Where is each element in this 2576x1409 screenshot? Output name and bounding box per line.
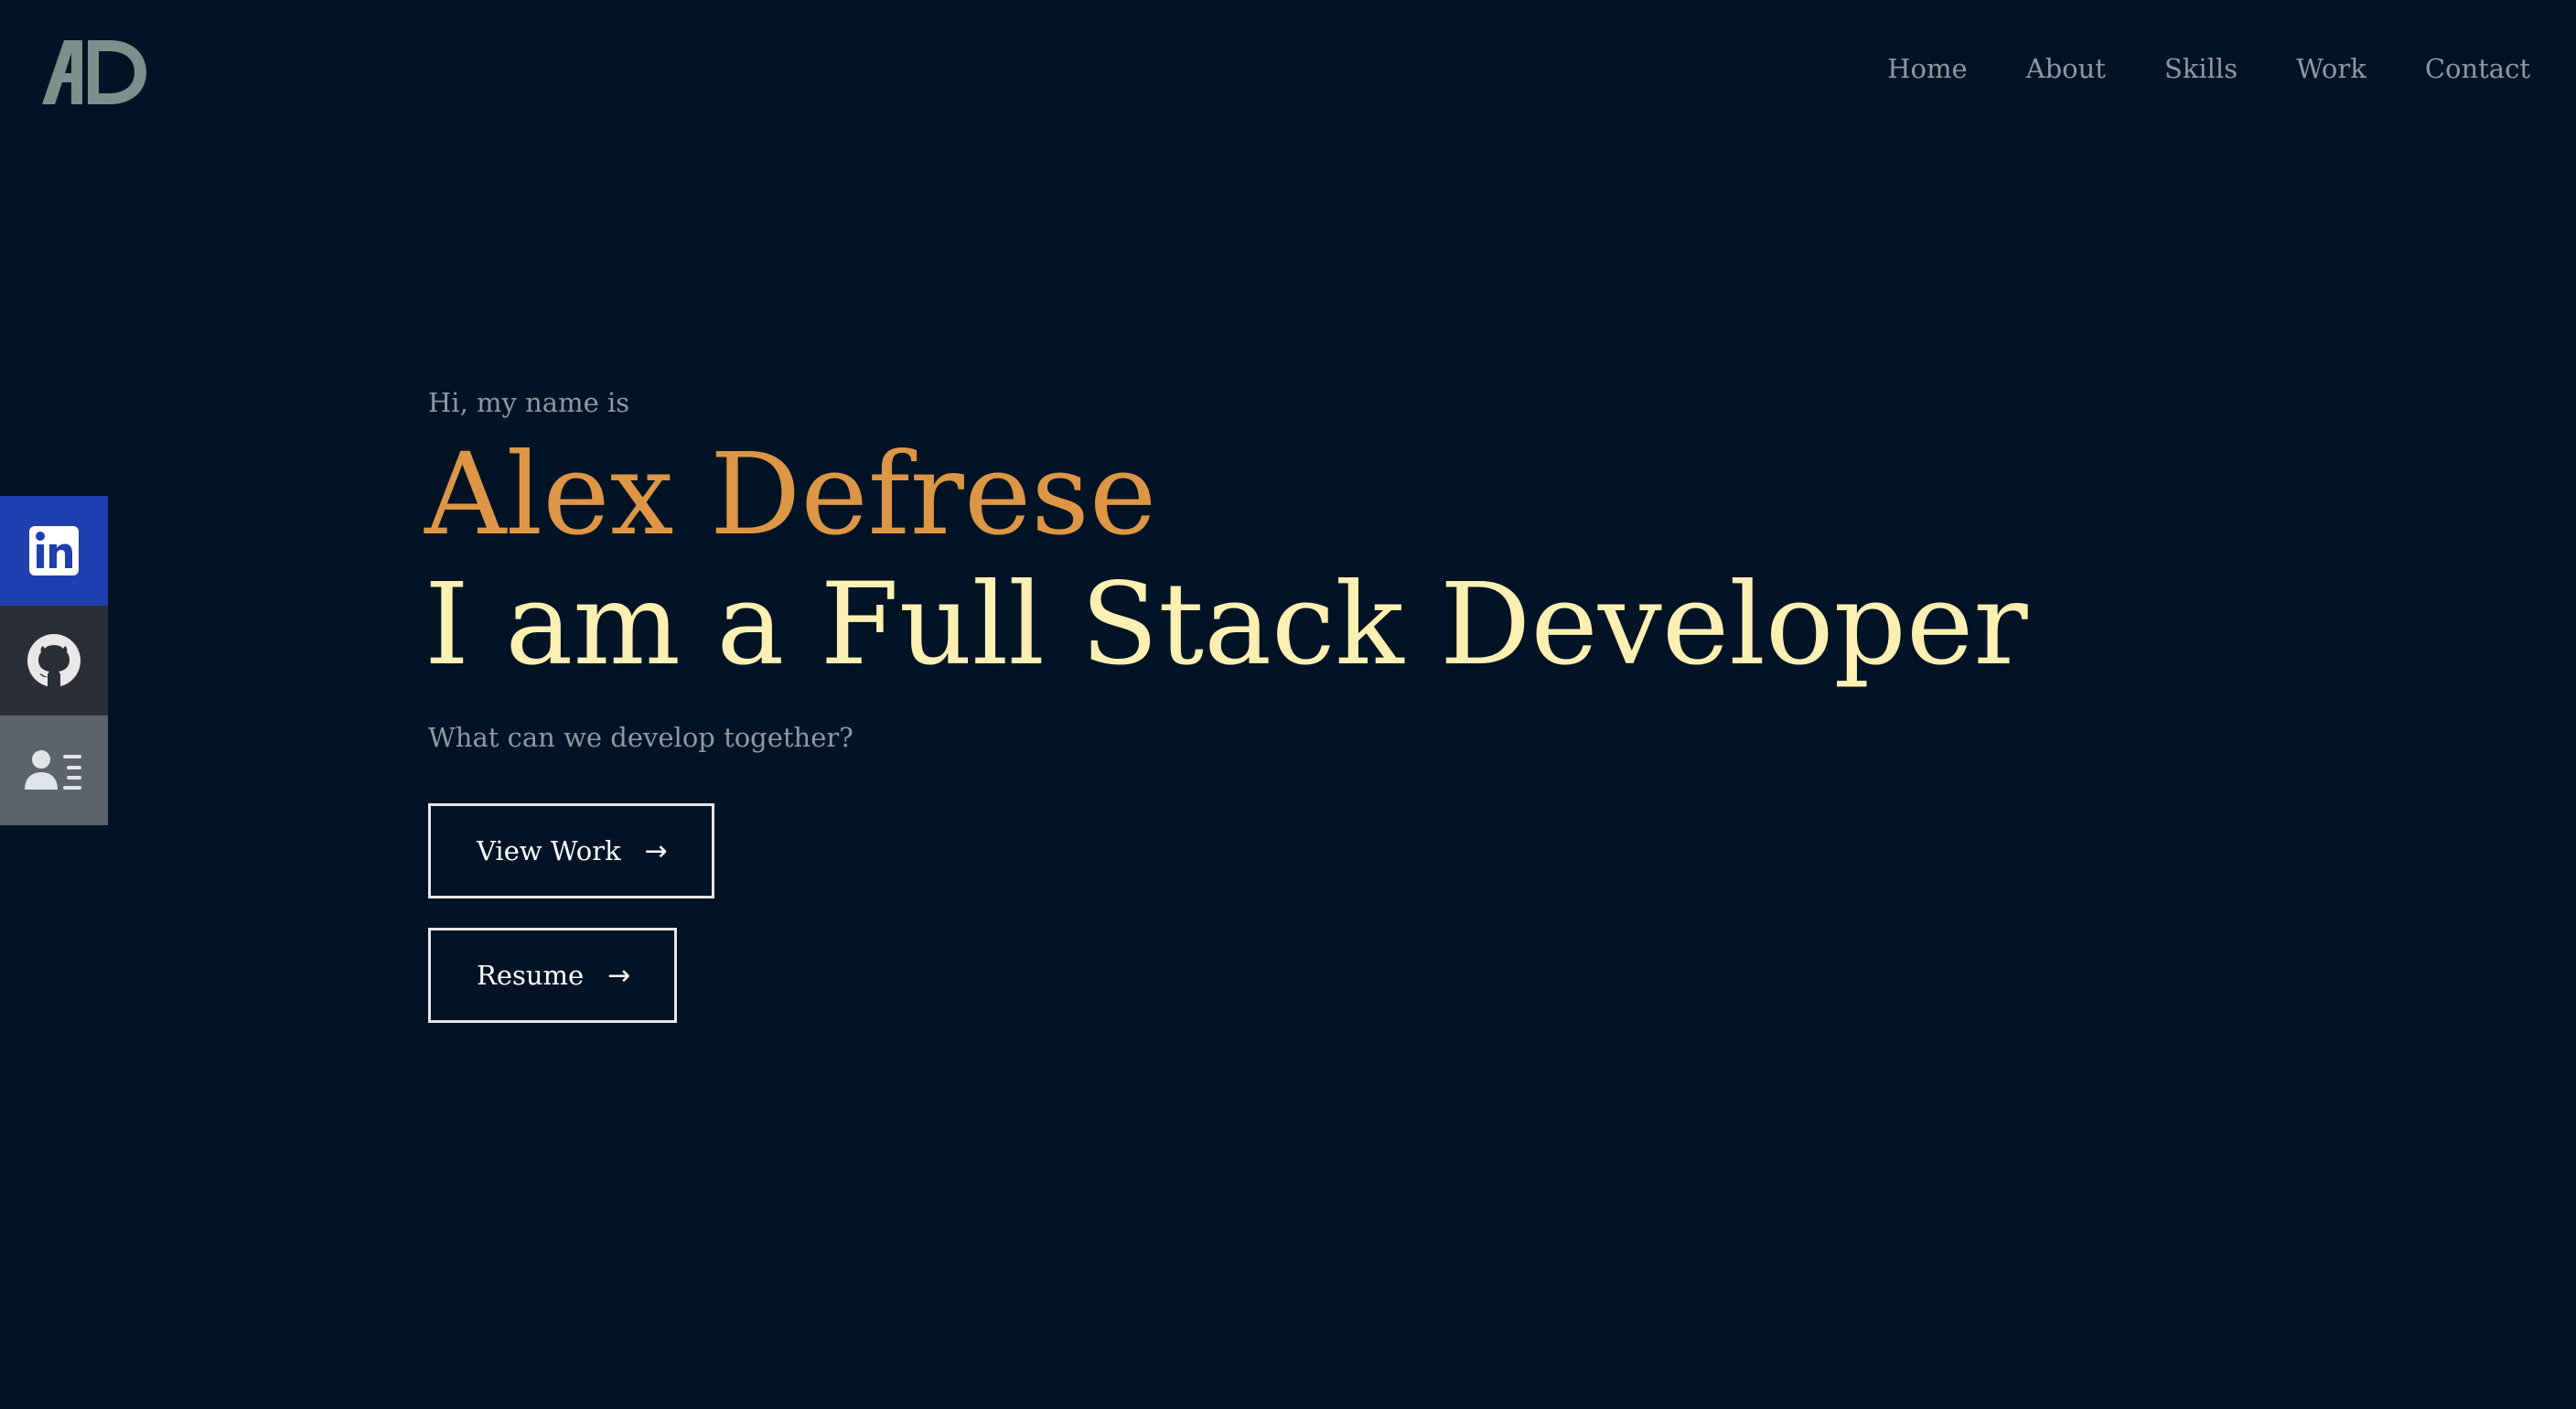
linkedin-link[interactable] xyxy=(0,496,108,606)
nav-skills[interactable]: Skills xyxy=(2164,53,2238,84)
hero-greeting: Hi, my name is xyxy=(428,387,630,418)
linkedin-icon xyxy=(29,526,79,575)
view-work-label: View Work xyxy=(477,835,621,866)
nav-contact[interactable]: Contact xyxy=(2425,53,2530,84)
arrow-right-icon: → xyxy=(644,834,668,867)
social-sidebar xyxy=(0,496,108,825)
hero-tagline: What can we develop together? xyxy=(428,722,853,753)
view-work-button[interactable]: View Work → xyxy=(428,803,714,898)
nav-work[interactable]: Work xyxy=(2296,53,2367,84)
hero-role: I am a Full Stack Developer xyxy=(424,559,2028,691)
resume-label: Resume xyxy=(477,960,585,991)
resume-button[interactable]: Resume → xyxy=(428,928,678,1023)
github-icon xyxy=(27,634,80,687)
logo-mark xyxy=(42,40,146,104)
hero-section: Hi, my name is Alex Defrese I am a Full … xyxy=(424,382,2028,1023)
resume-link[interactable] xyxy=(0,715,108,825)
hero-name: Alex Defrese xyxy=(424,429,1157,561)
nav-home[interactable]: Home xyxy=(1887,53,1967,84)
main-nav: Home About Skills Work Contact xyxy=(1829,53,2530,84)
github-link[interactable] xyxy=(0,606,108,715)
nav-about[interactable]: About xyxy=(2026,53,2106,84)
arrow-right-icon: → xyxy=(607,959,631,992)
brand-logo[interactable] xyxy=(42,37,148,108)
resume-icon xyxy=(25,750,81,790)
